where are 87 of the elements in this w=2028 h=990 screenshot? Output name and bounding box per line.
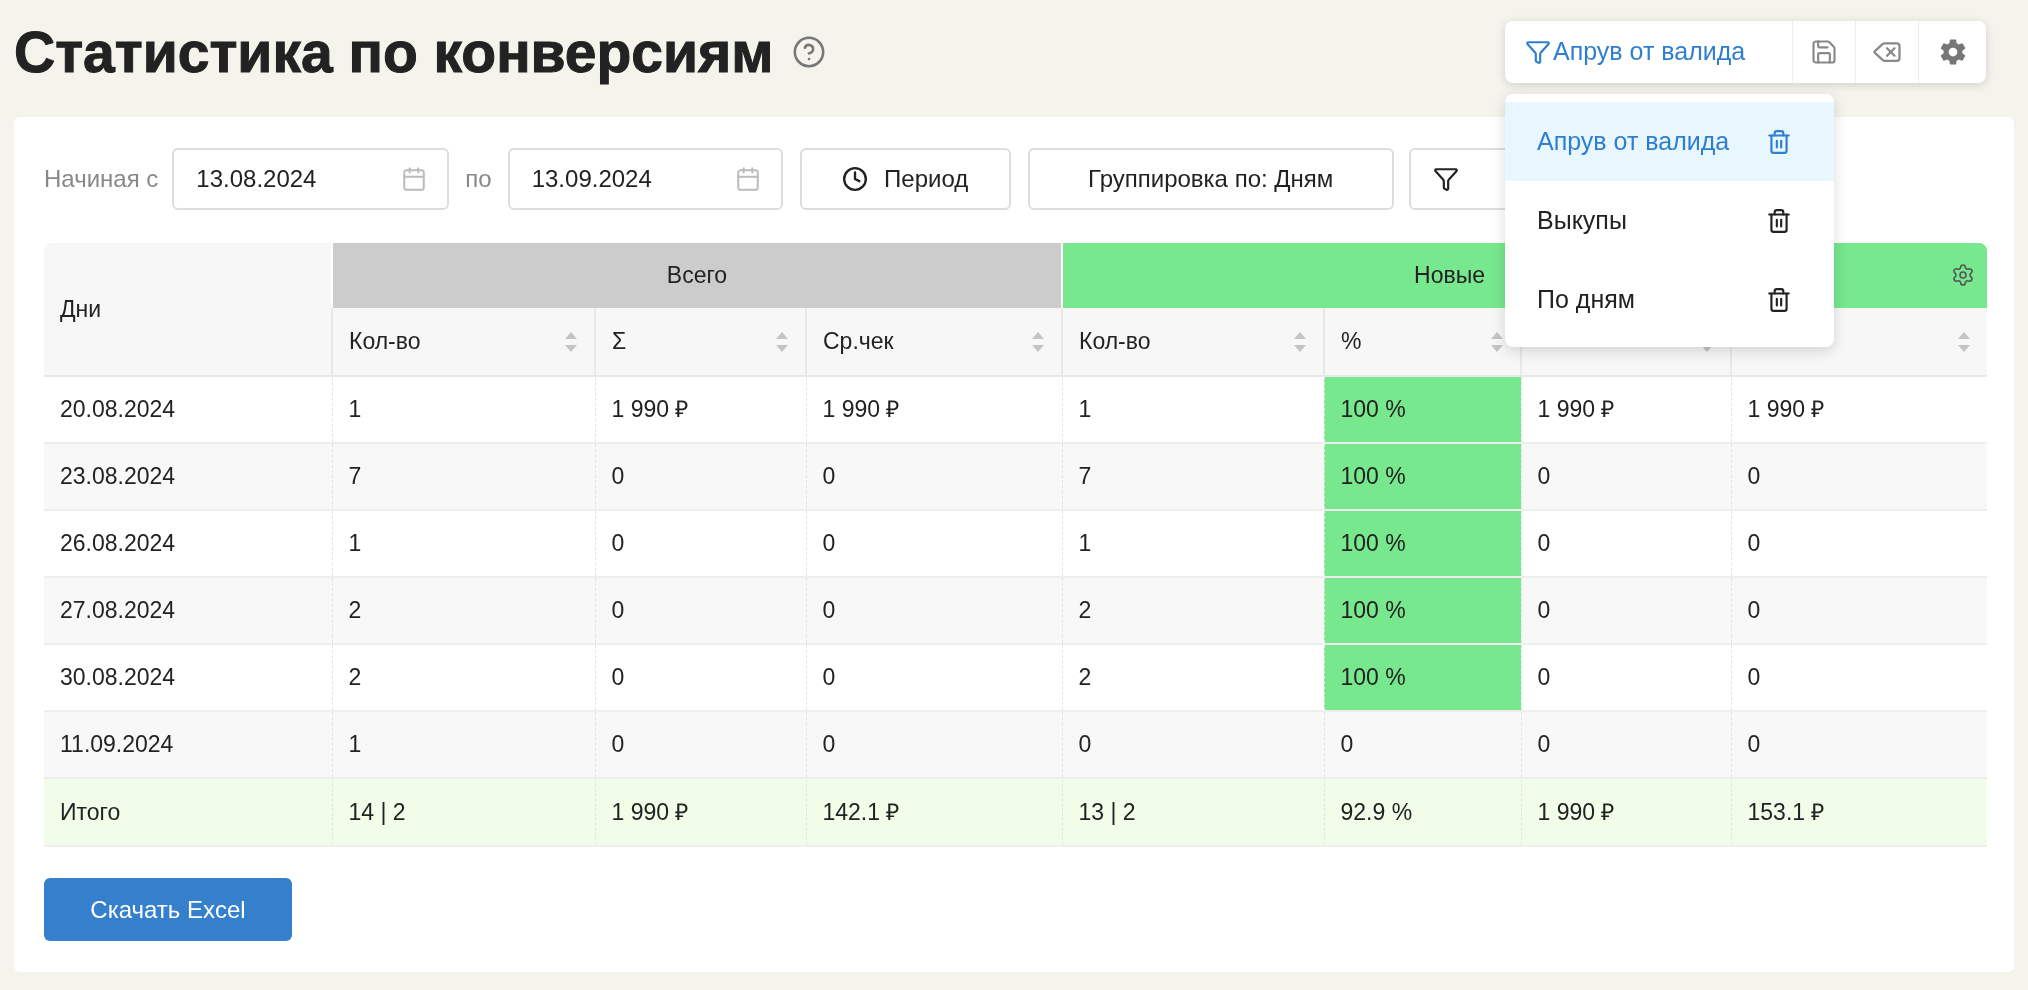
column-header[interactable]: Кол-во — [332, 308, 595, 376]
table-cell: 7 — [332, 443, 595, 510]
table-cell: 0 — [806, 577, 1062, 644]
table-cell: 0 — [806, 443, 1062, 510]
table-cell: 0 — [806, 644, 1062, 711]
table-cell: 1 — [332, 510, 595, 577]
calendar-icon — [401, 166, 428, 192]
table-cell: 1 990 ₽ — [595, 376, 806, 443]
table-cell: 1 990 ₽ — [1731, 376, 1988, 443]
trash-icon[interactable] — [1766, 207, 1792, 234]
table-cell: 0 — [595, 711, 806, 778]
filter-icon — [1432, 166, 1459, 192]
table-cell: 0 — [806, 510, 1062, 577]
date-field[interactable]: 13.09.2024 — [507, 148, 783, 210]
saved-filter-item[interactable]: Апрув от валида — [1505, 102, 1834, 181]
column-header[interactable]: % — [1324, 308, 1521, 376]
help-icon[interactable] — [791, 35, 826, 69]
table-cell: 100 % — [1324, 443, 1521, 510]
table-cell: 20.08.2024 — [44, 376, 332, 443]
clock-icon — [842, 166, 869, 192]
saved-filter-label: Выкупы — [1537, 204, 1627, 236]
table-cell: 13 | 2 — [1062, 778, 1324, 846]
table-cell: 1 — [332, 711, 595, 778]
table-cell: 0 — [595, 644, 806, 711]
table-cell: 0 — [595, 510, 806, 577]
table-cell: 0 — [1731, 711, 1988, 778]
table-cell: 23.08.2024 — [44, 443, 332, 510]
column-label: Кол-во — [349, 327, 421, 357]
table-cell: 1 990 ₽ — [806, 376, 1062, 443]
trash-icon[interactable] — [1766, 286, 1792, 313]
column-label: % — [1341, 327, 1362, 357]
table-cell: Итого — [44, 778, 332, 846]
from-label: Начиная с — [44, 164, 159, 194]
table-cell: 142.1 ₽ — [806, 778, 1062, 846]
table-cell: 0 — [1731, 577, 1988, 644]
column-header: Дни — [44, 243, 332, 376]
period-button[interactable]: Период — [799, 148, 1011, 210]
table-cell: 0 — [1521, 510, 1731, 577]
table-cell: 0 — [1521, 577, 1731, 644]
column-header[interactable]: Кол-во — [1062, 308, 1324, 376]
group-label: Новые — [1414, 262, 1485, 289]
table-cell: 1 990 ₽ — [1521, 376, 1731, 443]
table-cell: 0 — [1521, 443, 1731, 510]
saved-filter-item[interactable]: Выкупы — [1505, 181, 1834, 260]
save-icon — [1810, 38, 1838, 66]
table-cell: 100 % — [1324, 644, 1521, 711]
table-cell: 0 — [595, 443, 806, 510]
table-cell: 0 — [1731, 443, 1988, 510]
table-cell: 27.08.2024 — [44, 577, 332, 644]
table-cell: 1 990 ₽ — [595, 778, 806, 846]
table-cell: 100 % — [1324, 510, 1521, 577]
table-cell: 100 % — [1324, 376, 1521, 443]
table-cell: 1 — [332, 376, 595, 443]
table-cell: 1 990 ₽ — [1521, 778, 1731, 846]
settings-icon[interactable] — [1951, 263, 1976, 287]
table-cell: 2 — [332, 644, 595, 711]
table-cell: 0 — [1521, 711, 1731, 778]
column-label: Σ — [612, 327, 627, 357]
table-cell: 92.9 % — [1324, 778, 1521, 846]
saved-filter-label: По дням — [1537, 283, 1635, 315]
table-cell: 0 — [806, 711, 1062, 778]
column-header[interactable]: Ср.чек — [806, 308, 1062, 376]
table-cell: 0 — [595, 577, 806, 644]
date-field[interactable]: 13.08.2024 — [172, 148, 450, 210]
column-label: Ср.чек — [823, 327, 894, 357]
table-cell: 0 — [1731, 510, 1988, 577]
saved-filter-label: Апрув от валида — [1537, 125, 1730, 157]
table-cell: 14 | 2 — [332, 778, 595, 846]
download-button[interactable]: Скачать Excel — [44, 878, 292, 941]
filter-icon — [1525, 39, 1551, 65]
table-cell: 30.08.2024 — [44, 644, 332, 711]
calendar-icon — [734, 166, 761, 192]
column-header[interactable]: Σ — [595, 308, 806, 376]
table-cell: 2 — [332, 577, 595, 644]
column-label: Кол-во — [1079, 327, 1151, 357]
table-cell: 11.09.2024 — [44, 711, 332, 778]
table-cell: 0 — [1062, 711, 1324, 778]
to-label: по — [465, 164, 492, 194]
table-cell: 153.1 ₽ — [1731, 778, 1988, 846]
group-label: Всего — [666, 262, 728, 289]
table-cell: 100 % — [1324, 577, 1521, 644]
grouping-button[interactable]: Группировка по: Дням — [1027, 148, 1394, 210]
table-cell: 0 — [1731, 644, 1988, 711]
table-cell: 26.08.2024 — [44, 510, 332, 577]
table-cell: 0 — [1324, 711, 1521, 778]
table-cell: 0 — [1521, 644, 1731, 711]
settings-icon — [1938, 38, 1967, 66]
